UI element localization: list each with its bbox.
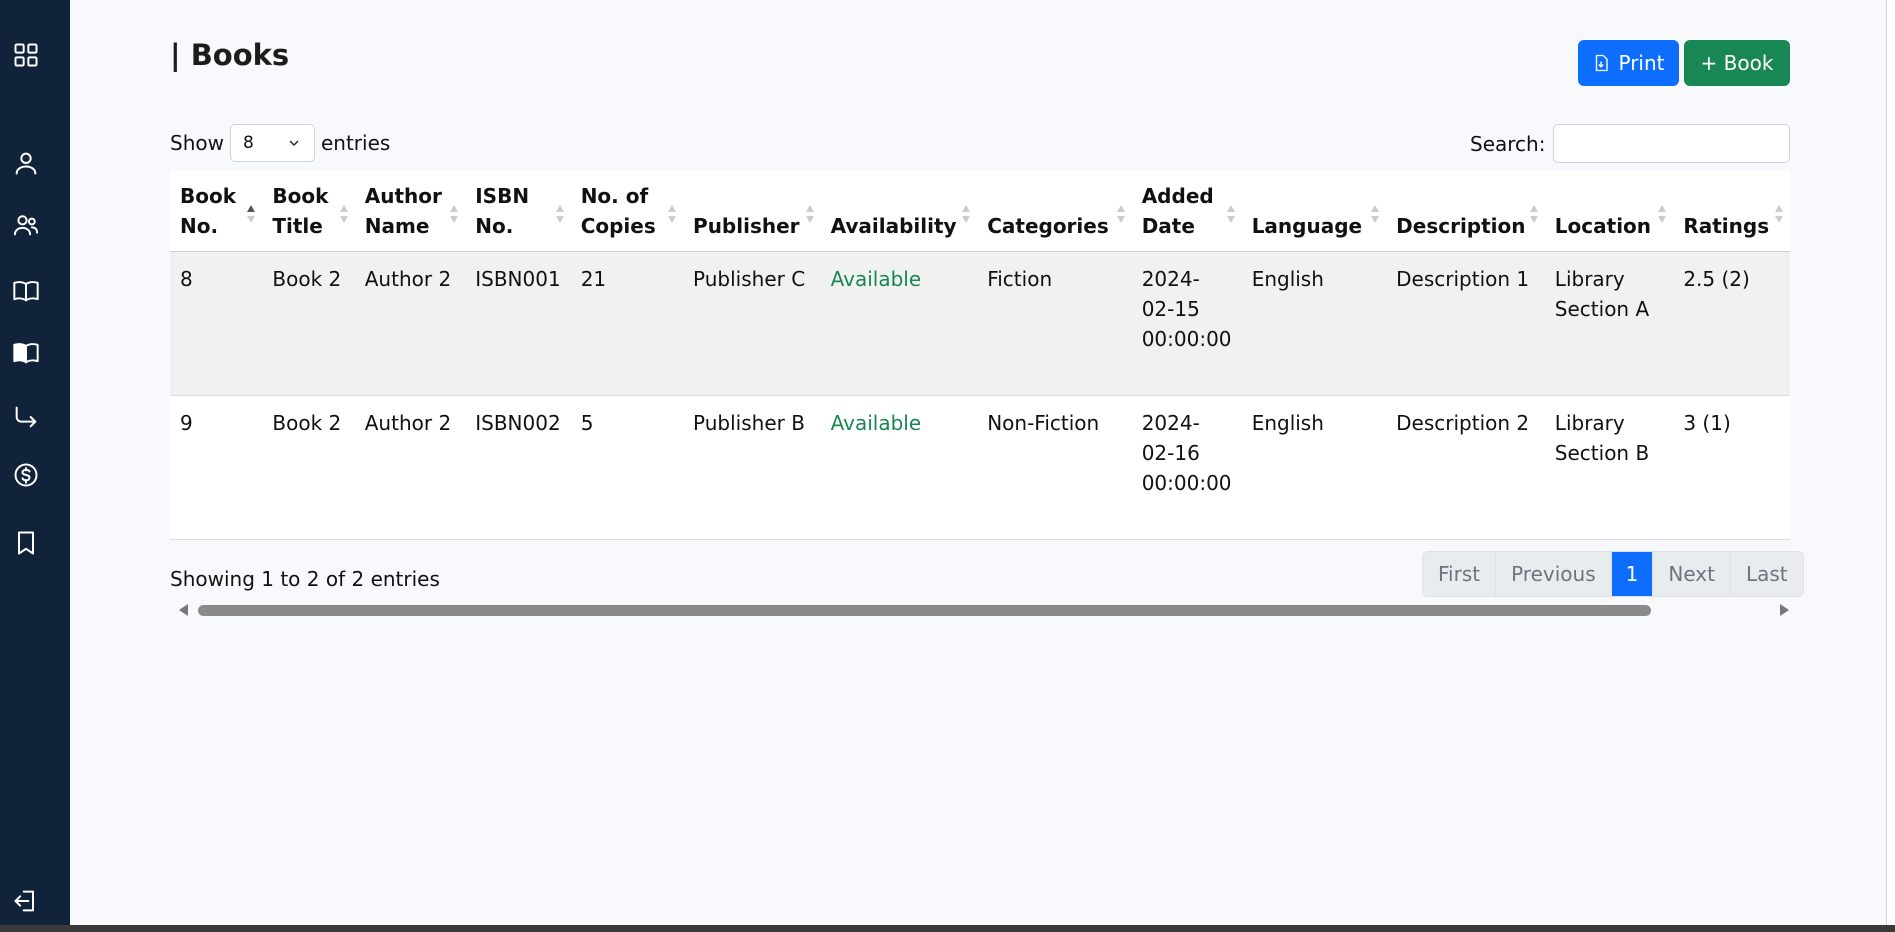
cell-language: English (1241, 251, 1387, 396)
cell-language: English (1241, 395, 1387, 540)
cell-book-no: 8 (170, 251, 263, 396)
file-download-icon (1596, 54, 1609, 72)
page-next-button[interactable]: Next (1653, 552, 1731, 596)
cell-publisher: Publisher B (683, 395, 821, 540)
window-bottom-edge (0, 925, 1895, 932)
scroll-left-arrow-icon[interactable] (179, 604, 188, 616)
cell-book-no: 9 (170, 395, 263, 540)
cell-book-title: Book 2 (262, 251, 355, 396)
sort-icon (1371, 205, 1380, 223)
cell-added-date: 2024- 02-15 00:00:00 (1131, 251, 1242, 396)
scroll-right-arrow-icon[interactable] (1780, 604, 1789, 616)
horizontal-scrollbar[interactable] (170, 603, 1790, 617)
length-menu-suffix: entries (320, 131, 391, 155)
cell-author: Author 2 (354, 395, 466, 540)
cell-location: Library Section B (1544, 395, 1674, 540)
cell-isbn: ISBN001 (465, 251, 571, 396)
sort-icon (1116, 205, 1125, 223)
column-header-added-date[interactable]: Added Date (1131, 171, 1242, 252)
table-info: Showing 1 to 2 of 2 entries (170, 567, 440, 591)
search-box: Search: (1470, 124, 1791, 163)
cell-copies: 21 (570, 251, 684, 396)
sort-icon (805, 205, 814, 223)
cell-book-title: Book 2 (262, 395, 355, 540)
page-title: | Books (170, 38, 290, 72)
sort-icon (339, 205, 348, 223)
sort-icon (1658, 205, 1667, 223)
entries-select[interactable]: 8 (229, 124, 315, 162)
cell-publisher: Publisher C (683, 251, 821, 396)
print-button-label: Print (1618, 51, 1665, 75)
main-content: | Books Print + Book Show 8 entries Sear… (70, 0, 1886, 925)
length-menu: Show 8 entries (170, 124, 390, 162)
page-first-button[interactable]: First (1423, 552, 1497, 596)
search-label: Search: (1470, 131, 1546, 156)
column-header-description[interactable]: Description (1386, 171, 1545, 252)
books-table: BookNo. BookTitle AuthorName ISBNNo. (170, 171, 1790, 540)
entries-select-value: 8 (242, 133, 254, 153)
column-header-availability[interactable]: Availability (820, 171, 978, 252)
table-row: 9 Book 2 Author 2 ISBN002 5 Publisher B … (170, 395, 1790, 540)
users-icon[interactable] (9, 208, 43, 242)
sort-icon (555, 205, 564, 223)
chevron-down-icon (289, 140, 299, 146)
table-row: 8 Book 2 Author 2 ISBN001 21 Publisher C… (170, 251, 1790, 396)
cell-availability: Available (820, 251, 978, 396)
cell-location: Library Section A (1544, 251, 1674, 396)
add-book-button-label: + Book (1700, 51, 1774, 75)
column-header-categories[interactable]: Categories (977, 171, 1132, 252)
book-open-icon[interactable] (9, 274, 43, 308)
sort-icon (1529, 205, 1538, 223)
cell-availability: Available (820, 395, 978, 540)
print-button[interactable]: Print (1578, 40, 1679, 86)
return-arrow-icon[interactable] (9, 400, 43, 434)
logout-icon[interactable] (9, 884, 43, 918)
column-header-author-name[interactable]: Author Name (354, 171, 466, 252)
sort-icon (1226, 205, 1235, 223)
length-menu-prefix: Show (170, 131, 224, 155)
cell-isbn: ISBN002 (465, 395, 571, 540)
page-current-button[interactable]: 1 (1611, 552, 1654, 596)
scrollbar-thumb[interactable] (198, 605, 1651, 616)
column-header-location[interactable]: Location (1544, 171, 1674, 252)
column-header-ratings[interactable]: Ratings (1673, 171, 1790, 252)
dashboard-icon[interactable] (9, 38, 43, 72)
page-previous-button[interactable]: Previous (1496, 552, 1612, 596)
sort-icon (962, 205, 971, 223)
add-book-button[interactable]: + Book (1684, 40, 1790, 86)
sort-icon (1775, 205, 1783, 223)
cell-category: Non-Fiction (977, 395, 1132, 540)
sort-icon (668, 205, 677, 223)
dollar-icon[interactable] (9, 458, 43, 492)
column-header-publisher[interactable]: Publisher (683, 171, 821, 252)
sort-icon (450, 205, 459, 223)
cell-description: Description 2 (1386, 395, 1545, 540)
cell-category: Fiction (977, 251, 1132, 396)
column-header-book-no[interactable]: Book No. (170, 171, 263, 252)
cell-author: Author 2 (354, 251, 466, 396)
table-header-row: BookNo. BookTitle AuthorName ISBNNo. (170, 171, 1790, 252)
cell-added-date: 2024- 02-16 00:00:00 (1131, 395, 1242, 540)
pagination: First Previous 1 Next Last (1422, 551, 1804, 597)
cell-rating: 2.5 (2) (1673, 251, 1790, 396)
column-header-isbn-no[interactable]: ISBN No. (465, 171, 571, 252)
sidebar (0, 0, 70, 925)
cell-copies: 5 (570, 395, 684, 540)
column-header-book-title[interactable]: Book Title (262, 171, 355, 252)
cell-description: Description 1 (1386, 251, 1545, 396)
user-icon[interactable] (9, 146, 43, 180)
column-header-language[interactable]: Language (1241, 171, 1387, 252)
cell-rating: 3 (1) (1673, 395, 1790, 540)
bookmark-icon[interactable] (9, 526, 43, 560)
window-edge (1886, 0, 1895, 932)
page-last-button[interactable]: Last (1730, 552, 1803, 596)
column-header-copies[interactable]: No. of Copies (570, 171, 684, 252)
search-input[interactable] (1553, 124, 1791, 163)
sort-ascending-icon (247, 205, 256, 223)
book-filled-icon[interactable] (9, 336, 43, 370)
